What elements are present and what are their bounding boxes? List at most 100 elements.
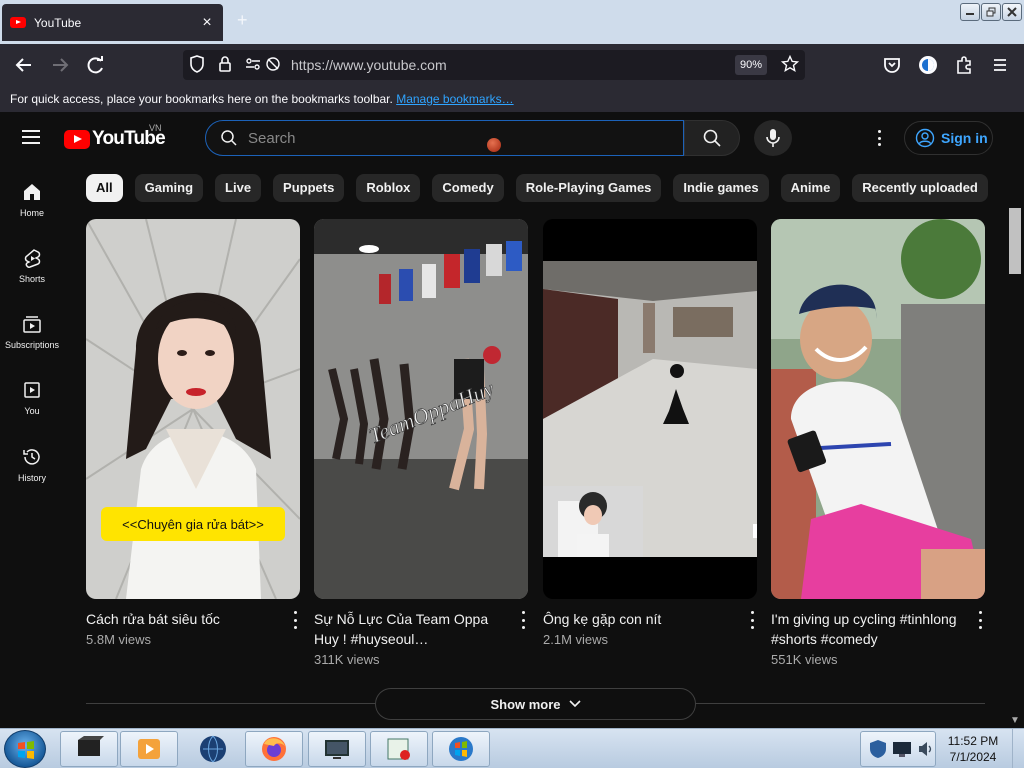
sign-in-button[interactable]: Sign in [904,121,993,155]
sidebar-item-subscriptions[interactable]: Subscriptions [0,314,64,350]
chip-gaming[interactable]: Gaming [134,174,204,202]
permissions-icon[interactable] [245,55,261,73]
video-thumbnail[interactable]: <<Chuyên gia rửa bát>> [86,219,300,599]
chip-all[interactable]: All [86,174,123,202]
chip-role-playing-games[interactable]: Role-Playing Games [515,174,662,202]
start-button[interactable] [4,730,46,768]
browser-navbar: https://www.youtube.com 90% [0,44,1024,86]
search-input[interactable] [248,127,668,149]
video-title[interactable]: Cách rửa bát siêu tốc [86,609,276,629]
sidebar-item-you[interactable]: You [0,380,64,416]
youtube-page: YouTube VN Sign in Home Shorts [0,112,1024,728]
search-box[interactable] [205,120,684,156]
pocket-icon[interactable] [880,54,904,76]
chip-anime[interactable]: Anime [780,174,841,202]
sidebar-label-subscriptions: Subscriptions [4,340,60,350]
taskbar-app-6[interactable] [370,731,428,767]
sidebar-item-history[interactable]: History [0,447,64,483]
youtube-logo[interactable]: YouTube VN [64,123,166,150]
chip-recently-uploaded[interactable]: Recently uploaded [852,174,988,202]
back-arrow-icon[interactable] [12,54,36,76]
video-thumbnail[interactable] [771,219,985,599]
sidebar-label-history: History [17,473,46,483]
shorts-card[interactable]: TeamOppaHuy Sự Nỗ Lực Của Team Oppa Huy … [314,219,528,667]
scroll-down-arrow-icon[interactable]: ▼ [1010,715,1020,726]
sidebar-item-shorts[interactable]: Shorts [0,248,64,284]
voice-search-button[interactable] [754,120,792,156]
chip-comedy[interactable]: Comedy [432,174,504,202]
browser-tab-youtube[interactable]: YouTube × [2,4,223,41]
windows-taskbar: 11:52 PM 7/1/2024 [0,728,1024,768]
chip-live[interactable]: Live [215,174,262,202]
chip-puppets[interactable]: Puppets [273,174,345,202]
chip-roblox[interactable]: Roblox [356,174,421,202]
tab-close-icon[interactable]: × [199,14,215,32]
minimize-button[interactable] [960,3,980,21]
firefox-account-icon[interactable] [916,54,940,76]
video-views: 5.8M views [86,632,152,647]
bookmarks-toolbar: For quick access, place your bookmarks h… [0,86,1024,112]
url-text[interactable]: https://www.youtube.com [291,57,447,73]
shorts-card[interactable]: <<Chuyên gia rửa bát>> Cách rửa bát siêu… [86,219,300,647]
shorts-card[interactable]: Ông kẹ gặp con nít 2.1M views [543,219,757,647]
taskbar-firefox[interactable] [245,731,303,767]
system-clock[interactable]: 11:52 PM 7/1/2024 [938,733,1008,765]
zoom-level-badge[interactable]: 90% [735,55,767,75]
taskbar-app-1[interactable] [60,731,118,767]
thumbnail-image: <<Chuyên gia rửa bát>> [86,219,300,599]
volume-icon[interactable] [917,740,933,758]
search-button[interactable] [684,120,740,156]
home-icon [24,184,40,200]
video-title[interactable]: Ông kẹ gặp con nít [543,609,733,629]
show-more-button[interactable]: Show more [375,688,696,720]
extensions-icon[interactable] [952,54,976,76]
network-monitor-icon[interactable] [891,740,913,758]
mouse-cursor-icon [487,138,501,152]
restore-button[interactable] [981,3,1001,21]
page-scrollbar[interactable]: ▼ [1006,208,1024,728]
new-tab-button[interactable]: + [237,10,248,31]
shorts-card[interactable]: I'm giving up cycling #tinhlong #shorts … [771,219,985,667]
video-title[interactable]: Sự Nỗ Lực Của Team Oppa Huy ! #huyseoul… [314,609,504,649]
taskbar-app-5[interactable] [308,731,366,767]
account-circle-icon [915,128,935,148]
video-thumbnail[interactable] [543,219,757,599]
globe-app-icon [200,735,226,763]
sign-in-label: Sign in [941,130,988,146]
chip-indie-games[interactable]: Indie games [673,174,769,202]
video-more-actions-button[interactable] [977,611,983,629]
manage-bookmarks-link[interactable]: Manage bookmarks… [396,92,513,106]
taskbar-app-7[interactable] [432,731,490,767]
monitor-app-icon [78,736,104,756]
autoplay-blocked-icon[interactable] [265,55,281,73]
video-thumbnail[interactable]: TeamOppaHuy [314,219,528,599]
video-more-actions-button[interactable] [292,611,298,629]
taskbar-app-2[interactable] [120,731,178,767]
show-desktop-button[interactable] [1012,729,1024,768]
firefox-icon [262,737,286,761]
close-window-button[interactable] [1002,3,1022,21]
clock-time: 11:52 PM [947,734,999,748]
shield-icon[interactable] [189,55,205,73]
app-menu-icon[interactable] [988,54,1012,76]
guide-menu-button[interactable] [22,130,40,148]
show-more-label: Show more [490,696,561,712]
bookmark-star-icon[interactable] [781,55,799,73]
bookmarks-message: For quick access, place your bookmarks h… [10,92,393,106]
url-bar[interactable]: https://www.youtube.com 90% [183,50,805,80]
lock-icon[interactable] [218,55,232,73]
minimize-icon [966,13,974,15]
display-app-icon [325,740,349,759]
forward-arrow-icon[interactable] [48,54,72,76]
settings-menu-button[interactable] [870,128,888,148]
you-library-icon [24,382,40,398]
sidebar-label-shorts: Shorts [18,274,45,284]
taskbar-app-3[interactable] [185,731,241,767]
security-shield-icon[interactable] [867,738,889,760]
video-title[interactable]: I'm giving up cycling #tinhlong #shorts … [771,609,961,649]
scrollbar-thumb[interactable] [1009,208,1021,274]
video-more-actions-button[interactable] [520,611,526,629]
sidebar-item-home[interactable]: Home [0,182,64,218]
reload-icon[interactable] [84,54,108,76]
video-more-actions-button[interactable] [749,611,755,629]
